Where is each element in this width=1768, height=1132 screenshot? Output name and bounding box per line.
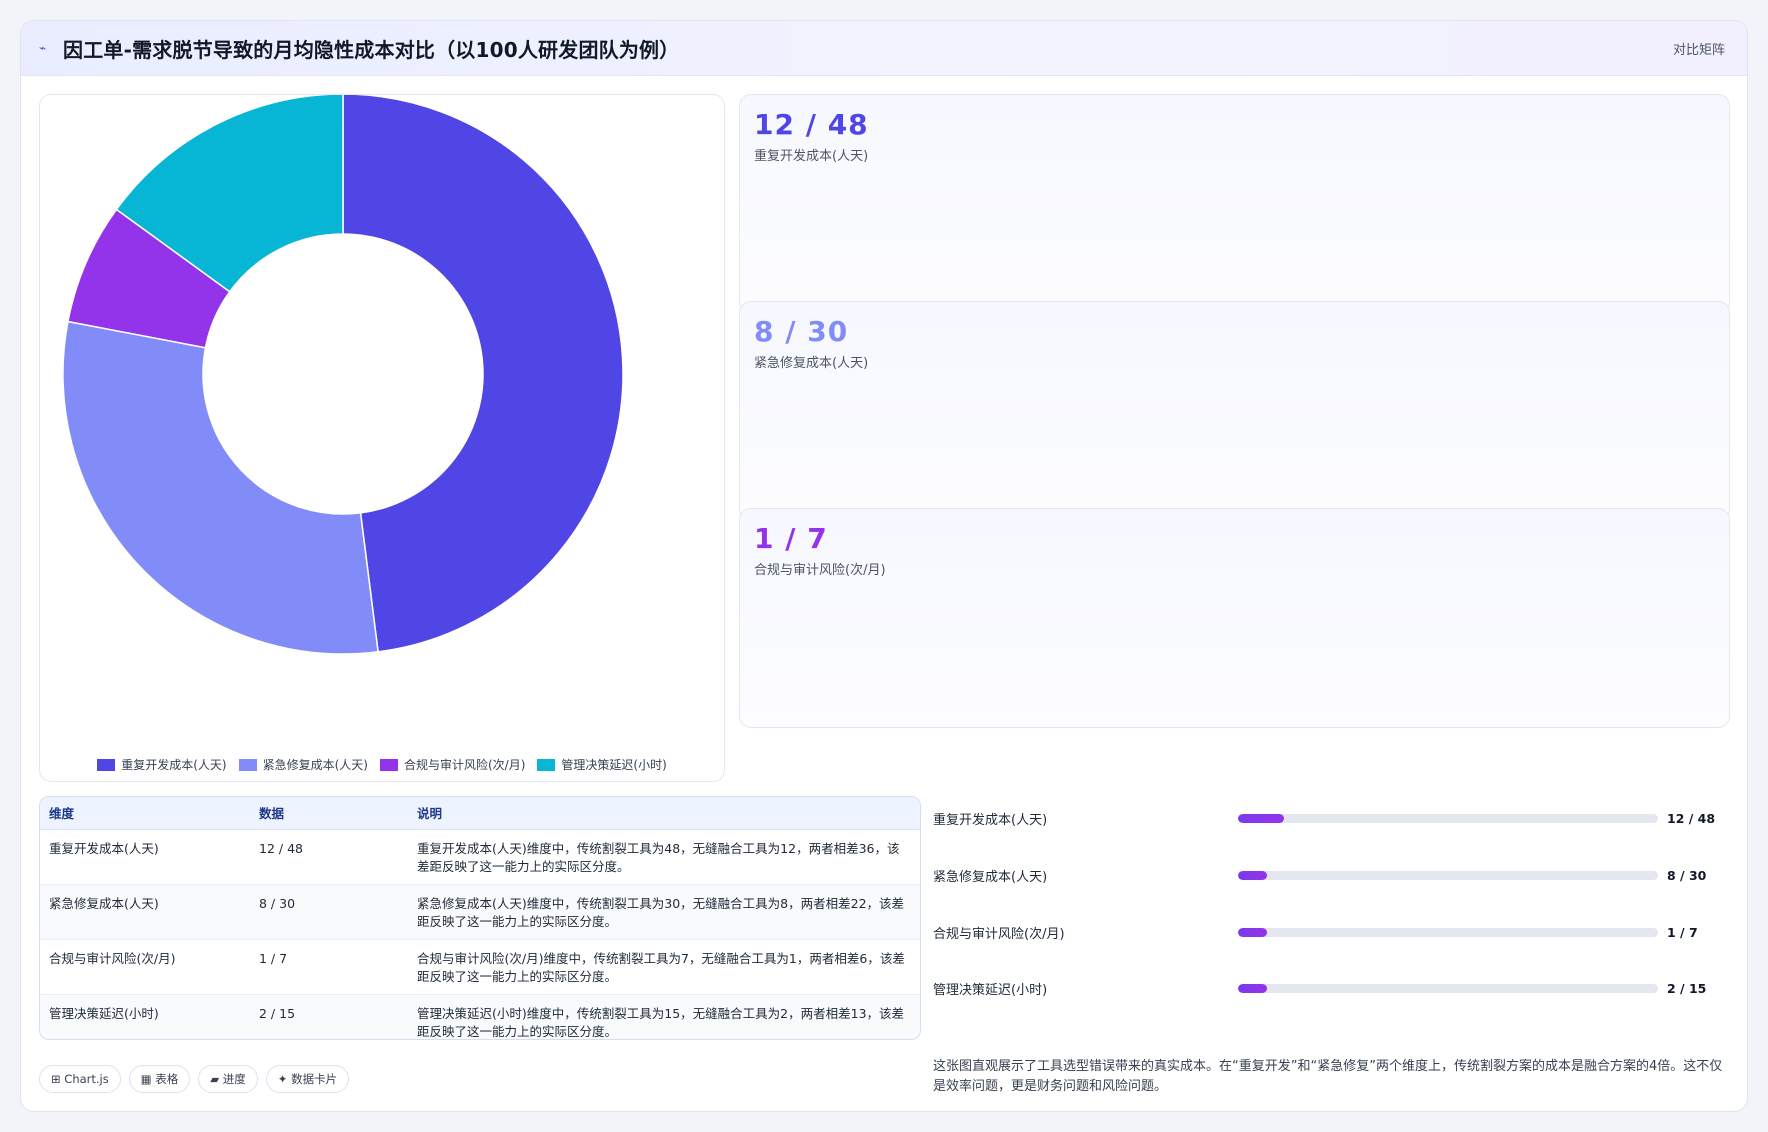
- legend-item[interactable]: 管理决策延迟(小时): [537, 756, 667, 773]
- table-cell-description: 重复开发成本(人天)维度中，传统割裂工具为48，无缝融合工具为12，两者相差36…: [408, 829, 920, 885]
- progress-fill: [1238, 813, 1285, 823]
- progress-row: 管理决策延迟(小时) 2 / 15: [933, 978, 1730, 998]
- legend-item[interactable]: 重复开发成本(人天): [97, 756, 227, 773]
- legend-label: 合规与审计风险(次/月): [403, 758, 526, 772]
- progress-track: [1238, 813, 1658, 823]
- progress-fill: [1238, 870, 1268, 880]
- column-header: 维度: [40, 797, 250, 830]
- legend-item[interactable]: 紧急修复成本(人天): [238, 756, 368, 773]
- view-chips: ⊞ Chart.js ▦ 表格 ▰ 进度 ✦ 数据卡片: [39, 1065, 350, 1093]
- legend-swatch: [537, 758, 556, 771]
- progress-value: 8 / 30: [1667, 867, 1707, 883]
- stat-card-hotfix: 8 / 30 紧急修复成本(人天): [739, 301, 1730, 521]
- donut-slice[interactable]: [62, 320, 379, 655]
- legend-label: 重复开发成本(人天): [121, 758, 227, 772]
- progress-label: 管理决策延迟(小时): [933, 982, 1048, 998]
- matrix-label[interactable]: 对比矩阵: [1673, 39, 1725, 58]
- legend-swatch: [379, 758, 398, 771]
- stat-card-compliance: 1 / 7 合规与审计风险(次/月): [739, 508, 1730, 728]
- column-header: 数据: [250, 797, 408, 830]
- summary-text: 这张图直观展示了工具选型错误带来的真实成本。在“重复开发”和“紧急修复”两个维度…: [933, 1059, 1723, 1094]
- stat-label: 合规与审计风险(次/月): [754, 563, 886, 578]
- progress-track: [1238, 983, 1658, 993]
- progress-value: 2 / 15: [1667, 980, 1707, 996]
- progress-label: 合规与审计风险(次/月): [933, 926, 1065, 942]
- table-cell-description: 合规与审计风险(次/月)维度中，传统割裂工具为7，无缝融合工具为1，两者相差6，…: [408, 939, 920, 995]
- progress-track: [1238, 927, 1658, 937]
- stat-value: 8 / 30: [754, 315, 849, 348]
- table-header-row: 维度 数据 说明: [40, 797, 920, 830]
- dashboard-frame: ⌁ 因工单-需求脱节导致的月均隐性成本对比（以100人研发团队为例） 对比矩阵 …: [20, 20, 1748, 1112]
- chart-legend: 重复开发成本(人天) 紧急修复成本(人天) 合规与审计风险(次/月) 管理决策延迟(小…: [40, 756, 724, 773]
- table-row: 重复开发成本(人天) 12 / 48 重复开发成本(人天)维度中，传统割裂工具为…: [40, 829, 920, 885]
- table-cell-dimension: 管理决策延迟(小时): [40, 994, 250, 1039]
- progress-value: 1 / 7: [1667, 924, 1698, 940]
- stat-card-rework: 12 / 48 重复开发成本(人天): [739, 94, 1730, 314]
- page-title: 因工单-需求脱节导致的月均隐性成本对比（以100人研发团队为例）: [63, 37, 680, 62]
- column-header: 说明: [408, 797, 920, 830]
- table-row: 管理决策延迟(小时) 2 / 15 管理决策延迟(小时)维度中，传统割裂工具为1…: [40, 994, 920, 1039]
- table-cell-description: 紧急修复成本(人天)维度中，传统割裂工具为30，无缝融合工具为8，两者相差22，…: [408, 884, 920, 940]
- stat-label: 重复开发成本(人天): [754, 149, 869, 164]
- chip-progress[interactable]: ▰ 进度: [198, 1065, 258, 1093]
- table-cell-data: 12 / 48: [250, 829, 408, 885]
- progress-track: [1238, 870, 1658, 880]
- table-cell-dimension: 合规与审计风险(次/月): [40, 939, 250, 995]
- stat-value: 1 / 7: [754, 522, 828, 555]
- legend-label: 管理决策延迟(小时): [561, 758, 667, 772]
- data-table-card: 维度 数据 说明 重复开发成本(人天) 12 / 48 重复开发成本(人天)维度…: [39, 796, 921, 1040]
- spark-icon: ⌁: [39, 41, 47, 55]
- chip-chartjs[interactable]: ⊞ Chart.js: [39, 1065, 121, 1093]
- progress-list: 重复开发成本(人天) 12 / 48 紧急修复成本(人天) 8 / 30 合规与…: [933, 796, 1730, 1048]
- legend-swatch: [238, 758, 257, 771]
- progress-fill: [1238, 983, 1268, 993]
- progress-row: 合规与审计风险(次/月) 1 / 7: [933, 922, 1730, 942]
- legend-item[interactable]: 合规与审计风险(次/月): [379, 756, 526, 773]
- data-table: 维度 数据 说明 重复开发成本(人天) 12 / 48 重复开发成本(人天)维度…: [40, 797, 920, 1039]
- stat-value: 12 / 48: [754, 108, 869, 141]
- progress-row: 重复开发成本(人天) 12 / 48: [933, 808, 1730, 828]
- table-cell-dimension: 重复开发成本(人天): [40, 829, 250, 885]
- progress-value: 12 / 48: [1667, 810, 1716, 826]
- header-bar: ⌁ 因工单-需求脱节导致的月均隐性成本对比（以100人研发团队为例） 对比矩阵: [21, 21, 1747, 76]
- donut-chart: [62, 95, 624, 655]
- progress-label: 重复开发成本(人天): [933, 812, 1048, 828]
- table-row: 紧急修复成本(人天) 8 / 30 紧急修复成本(人天)维度中，传统割裂工具为3…: [40, 884, 920, 940]
- table-cell-dimension: 紧急修复成本(人天): [40, 884, 250, 940]
- donut-chart-card: 重复开发成本(人天) 紧急修复成本(人天) 合规与审计风险(次/月) 管理决策延迟(小…: [39, 94, 725, 782]
- legend-label: 紧急修复成本(人天): [262, 758, 368, 772]
- table-row: 合规与审计风险(次/月) 1 / 7 合规与审计风险(次/月)维度中，传统割裂工…: [40, 939, 920, 995]
- progress-label: 紧急修复成本(人天): [933, 869, 1048, 885]
- table-cell-data: 2 / 15: [250, 994, 408, 1039]
- table-cell-description: 管理决策延迟(小时)维度中，传统割裂工具为15，无缝融合工具为2，两者相差13，…: [408, 994, 920, 1039]
- stat-label: 紧急修复成本(人天): [754, 356, 869, 371]
- header-title-group: ⌁ 因工单-需求脱节导致的月均隐性成本对比（以100人研发团队为例）: [39, 34, 679, 63]
- table-cell-data: 1 / 7: [250, 939, 408, 995]
- progress-fill: [1238, 927, 1268, 937]
- chip-table[interactable]: ▦ 表格: [128, 1065, 191, 1093]
- progress-row: 紧急修复成本(人天) 8 / 30: [933, 865, 1730, 885]
- donut-slice[interactable]: [342, 95, 624, 653]
- chip-data-cards[interactable]: ✦ 数据卡片: [265, 1065, 350, 1093]
- legend-swatch: [97, 758, 116, 771]
- table-cell-data: 8 / 30: [250, 884, 408, 940]
